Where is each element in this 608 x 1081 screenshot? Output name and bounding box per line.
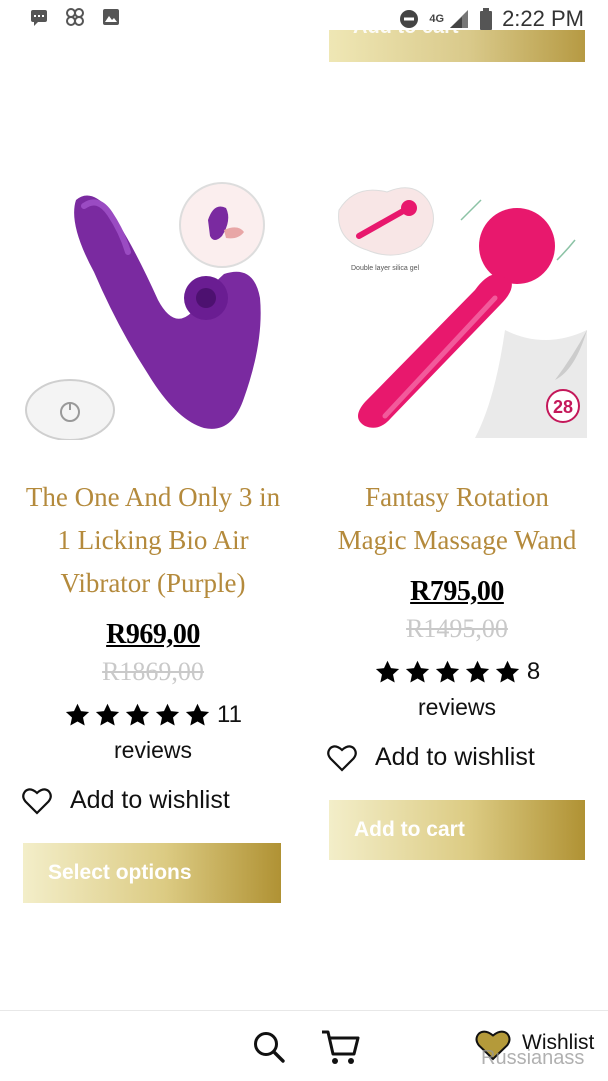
product-old-price: R1495,00 <box>406 614 508 643</box>
rating-stars <box>64 702 211 729</box>
product-old-price: R1869,00 <box>102 657 204 686</box>
wishlist-label: Add to wishlist <box>375 743 535 771</box>
search-icon[interactable] <box>252 1030 286 1064</box>
star-icon <box>495 660 519 683</box>
cart-icon[interactable] <box>320 1028 360 1066</box>
reviews-label: reviews <box>418 694 496 720</box>
product-image-wand: Double layer silica gel 28 <box>338 187 587 438</box>
add-to-wishlist-button[interactable]: Add to wishlist <box>18 786 288 815</box>
product-price: R795,00 <box>410 576 504 607</box>
signal-icon <box>450 10 469 28</box>
product-rating[interactable]: 8 <box>325 658 589 686</box>
product-image[interactable]: Double layer silica gel 28 <box>325 180 589 440</box>
product-card: The One And Only 3 in 1 Licking Bio Air … <box>18 180 288 903</box>
product-card: Double layer silica gel 28 Fantasy Rotat… <box>325 180 589 860</box>
heart-outline-icon <box>22 787 52 815</box>
star-icon <box>65 703 90 726</box>
watermark: Russianass <box>481 1047 585 1069</box>
star-icon <box>435 660 459 683</box>
reviews-label: reviews <box>114 737 192 763</box>
battery-icon <box>480 8 493 30</box>
select-options-button[interactable]: Select options <box>23 843 281 903</box>
heart-outline-icon <box>327 744 357 772</box>
wishlist-label: Add to wishlist <box>70 786 230 814</box>
product-image-vibrator <box>25 182 265 441</box>
add-to-wishlist-button[interactable]: Add to wishlist <box>325 743 589 772</box>
network-type: 4G <box>429 13 445 25</box>
button-label: Add to cart <box>354 818 465 841</box>
review-count: 8 <box>526 658 541 685</box>
rating-stars <box>374 659 521 686</box>
image-caption: Double layer silica gel <box>351 265 420 272</box>
star-icon <box>185 703 210 726</box>
add-to-cart-label: Add to cart <box>353 30 459 39</box>
image-icon <box>103 9 119 25</box>
star-icon <box>405 660 429 683</box>
do-not-disturb-icon <box>400 10 419 28</box>
star-icon <box>155 703 180 726</box>
add-to-cart-button[interactable]: Add to cart <box>329 800 585 860</box>
bottom-nav-bar: Wishlist Russianass <box>0 1010 608 1081</box>
star-icon <box>95 703 120 726</box>
pinwheel-icon <box>66 8 84 26</box>
product-price: R969,00 <box>106 619 200 650</box>
clock: 2:22 PM <box>502 6 584 31</box>
button-label: Select options <box>48 861 192 884</box>
status-left-icons <box>30 8 120 26</box>
product-rating[interactable]: 11 <box>18 701 288 729</box>
badge-number: 28 <box>553 397 573 417</box>
status-right-icons: 4G 2:22 PM <box>399 6 584 32</box>
product-image[interactable] <box>18 180 288 441</box>
add-to-cart-button-previous[interactable]: Add to cart <box>329 30 585 62</box>
product-title[interactable]: The One And Only 3 in 1 Licking Bio Air … <box>18 476 288 605</box>
star-icon <box>465 660 489 683</box>
review-count: 11 <box>217 701 242 728</box>
product-title[interactable]: Fantasy Rotation Magic Massage Wand <box>325 476 589 562</box>
star-icon <box>125 703 150 726</box>
star-icon <box>375 660 399 683</box>
message-icon <box>31 10 47 26</box>
